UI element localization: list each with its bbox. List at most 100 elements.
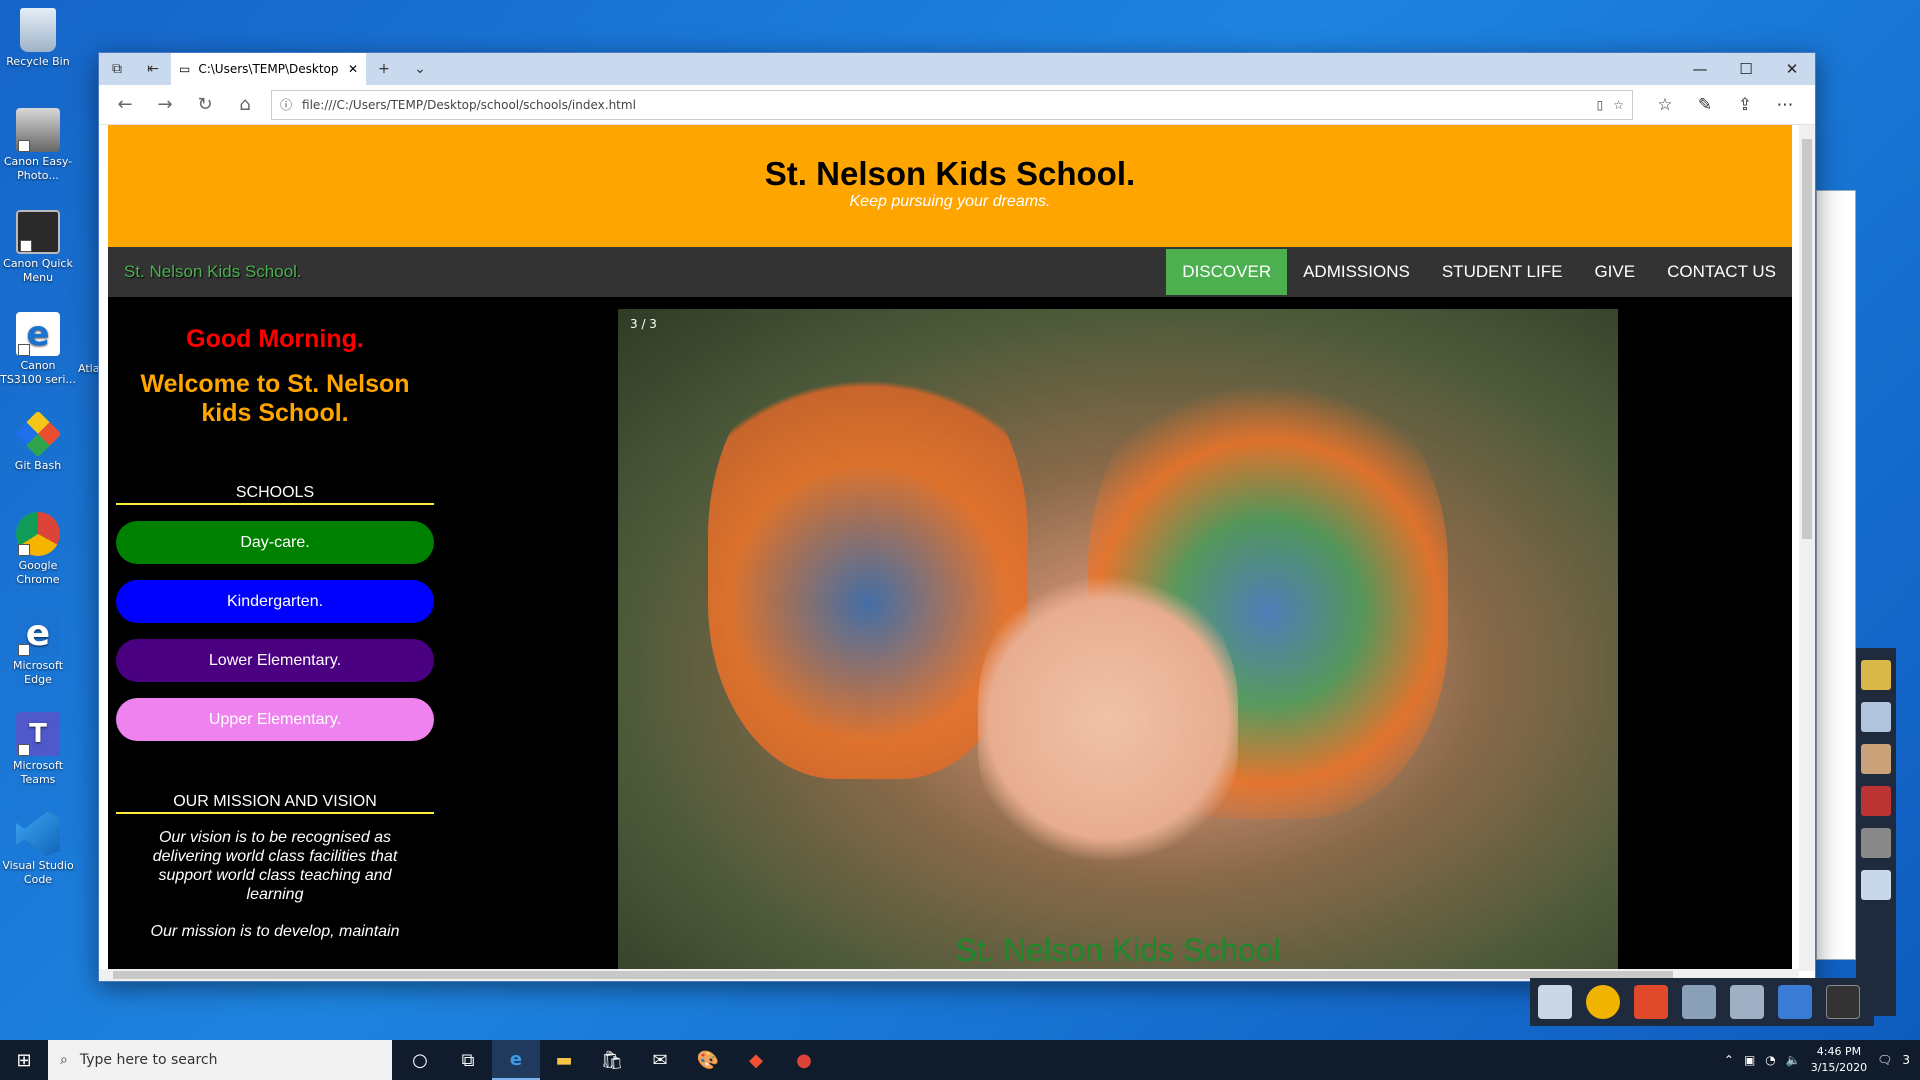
maximize-icon[interactable]: ☐ [1723, 53, 1769, 85]
desktop-icon-label: Microsoft Teams [12, 759, 64, 786]
creative-park-icon[interactable] [1861, 660, 1891, 690]
desktop-icon-google-chrome[interactable]: Google Chrome [0, 512, 76, 587]
search-icon: ⌕ [60, 1052, 68, 1068]
git-icon[interactable]: ◆ [732, 1040, 780, 1080]
favorite-star-icon[interactable]: ☆ [1613, 98, 1624, 112]
shortcut-arrow-icon [18, 140, 30, 152]
background-window[interactable] [1816, 190, 1856, 960]
nav-admissions[interactable]: ADMISSIONS [1287, 249, 1426, 295]
wifi-app-icon[interactable] [1586, 985, 1620, 1019]
toolbox-icon[interactable] [1634, 985, 1668, 1019]
desktop-icon-microsoft-teams[interactable]: T Microsoft Teams [0, 712, 76, 787]
transfer-icon[interactable] [1778, 985, 1812, 1019]
info-icon[interactable]: ⓘ [280, 96, 292, 113]
volume-icon[interactable]: 🔈 [1786, 1053, 1801, 1067]
title-bar: ⧉ ⇤ ▭ C:\Users\TEMP\Desktop ✕ + ⌄ — ☐ ✕ [99, 53, 1815, 85]
refresh-icon[interactable]: ↻ [185, 89, 225, 121]
close-tab-icon[interactable]: ✕ [348, 62, 358, 76]
mail-icon[interactable]: ✉ [636, 1040, 684, 1080]
tab-list-chevron-icon[interactable]: ⌄ [402, 53, 438, 85]
desktop-icon-recycle-bin[interactable]: Recycle Bin [0, 8, 76, 69]
mission-heading: OUR MISSION AND VISION [116, 793, 434, 814]
shortcut-arrow-icon [20, 240, 32, 252]
forward-icon[interactable]: → [145, 89, 185, 121]
clock[interactable]: 4:46 PM 3/15/2020 [1811, 1044, 1867, 1076]
reading-view-icon[interactable]: ▯ [1597, 98, 1604, 112]
show-hidden-icons-chevron-icon[interactable]: ⌃ [1724, 1053, 1734, 1067]
desktop-icon-canon-ts3100[interactable]: e Canon TS3100 seri... [0, 312, 76, 387]
nav-student-life[interactable]: STUDENT LIFE [1426, 249, 1579, 295]
hidden-icons-flyout [1530, 978, 1874, 1026]
keyboard-icon[interactable] [1826, 985, 1860, 1019]
edge-legacy-icon: e [16, 312, 60, 356]
favorites-icon[interactable]: ☆ [1645, 89, 1685, 121]
taskbar-chrome-icon[interactable]: ● [780, 1040, 828, 1080]
vertical-scrollbar[interactable] [1799, 125, 1815, 971]
desktop-icon-microsoft-edge[interactable]: e Microsoft Edge [0, 612, 76, 687]
share-icon[interactable]: ⇪ [1725, 89, 1765, 121]
tab-actions-icon[interactable]: ⧉ [99, 53, 135, 85]
more-icon[interactable]: ⋯ [1765, 89, 1805, 121]
school-button-lower-elementary[interactable]: Lower Elementary. [116, 639, 434, 682]
teams-icon: T [16, 712, 60, 756]
welcome-text: Welcome to St. Nelson kids School. [140, 370, 410, 427]
cart-icon[interactable] [1682, 985, 1716, 1019]
new-tab-icon[interactable]: + [366, 53, 402, 85]
photo-app-icon[interactable] [1861, 702, 1891, 732]
desktop-icon-label: Visual Studio Code [2, 859, 74, 886]
page-icon: ▭ [179, 62, 191, 76]
taskbar-edge-icon[interactable]: e [492, 1040, 540, 1080]
search-placeholder[interactable]: Type here to search [80, 1052, 218, 1068]
help-icon[interactable] [1730, 985, 1764, 1019]
minimize-icon[interactable]: — [1677, 53, 1723, 85]
school-button-kindergarten[interactable]: Kindergarten. [116, 580, 434, 623]
home-icon[interactable]: ⌂ [225, 89, 265, 121]
taskbar-search[interactable]: ⌕ Type here to search [48, 1040, 392, 1080]
school-button-day-care[interactable]: Day-care. [116, 521, 434, 564]
device-icon[interactable]: ▣ [1744, 1053, 1755, 1067]
desktop-icon-canon-quick-menu[interactable]: Canon Quick Menu [0, 210, 76, 285]
browser-tab[interactable]: ▭ C:\Users\TEMP\Desktop ✕ [171, 53, 366, 85]
nav-contact-us[interactable]: CONTACT US [1651, 249, 1792, 295]
url-text[interactable]: file:///C:/Users/TEMP/Desktop/school/sch… [302, 98, 1587, 112]
git-bash-icon [14, 410, 62, 458]
file-explorer-icon[interactable]: ▬ [540, 1040, 588, 1080]
scroll-thumb[interactable] [113, 971, 1673, 979]
tray-app-icon[interactable] [1538, 985, 1572, 1019]
nav-brand[interactable]: St. Nelson Kids School. [108, 262, 302, 282]
desktop-icon-canon-easy-photo[interactable]: Canon Easy-Photo... [0, 108, 76, 183]
school-button-upper-elementary[interactable]: Upper Elementary. [116, 698, 434, 741]
shortcut-arrow-icon [18, 644, 30, 656]
gallery-icon[interactable] [1861, 870, 1891, 900]
red-app-icon[interactable] [1861, 786, 1891, 816]
slideshow-image[interactable]: 3 / 3 St. Nelson Kids School [618, 309, 1618, 971]
edge-icon: e [16, 612, 60, 656]
desktop-icon-git-bash[interactable]: Git Bash [0, 410, 76, 473]
paint-icon[interactable]: 🎨 [684, 1040, 732, 1080]
vision-text: Our vision is to be recognised as delive… [152, 829, 398, 903]
close-window-icon[interactable]: ✕ [1769, 53, 1815, 85]
address-bar[interactable]: ⓘ file:///C:/Users/TEMP/Desktop/school/s… [271, 89, 1633, 120]
back-icon[interactable]: ← [105, 89, 145, 121]
photo-editor-icon[interactable] [1861, 744, 1891, 774]
windows-start-icon[interactable]: ⊞ [0, 1040, 48, 1080]
site-tagline: Keep pursuing your dreams. [849, 193, 1051, 210]
site-title: St. Nelson Kids School. [764, 155, 1136, 192]
set-tabs-aside-icon[interactable]: ⇤ [135, 53, 171, 85]
action-center-icon[interactable]: 🗨 [1877, 1053, 1892, 1067]
store-icon[interactable]: 🛍 [588, 1040, 636, 1080]
nav-give[interactable]: GIVE [1578, 249, 1651, 295]
cortana-icon[interactable]: ○ [396, 1040, 444, 1080]
nav-discover[interactable]: DISCOVER [1166, 249, 1288, 295]
task-view-icon[interactable]: ⧉ [444, 1040, 492, 1080]
system-tray: ⌃ ▣ ◔ 🔈 4:46 PM 3/15/2020 🗨 3 [1724, 1044, 1920, 1076]
scroll-thumb[interactable] [1802, 139, 1812, 539]
site-nav: St. Nelson Kids School. DISCOVER ADMISSI… [108, 247, 1792, 297]
network-icon[interactable]: ◔ [1765, 1053, 1775, 1067]
desktop-icon-vscode[interactable]: Visual Studio Code [0, 812, 76, 887]
clock-time: 4:46 PM [1816, 1045, 1862, 1058]
pen-icon[interactable]: ✎ [1685, 89, 1725, 121]
browser-window: ⧉ ⇤ ▭ C:\Users\TEMP\Desktop ✕ + ⌄ — ☐ ✕ … [98, 52, 1816, 982]
printer-tray-icon[interactable] [1861, 828, 1891, 858]
desktop-icon-label: Microsoft Edge [12, 659, 64, 686]
